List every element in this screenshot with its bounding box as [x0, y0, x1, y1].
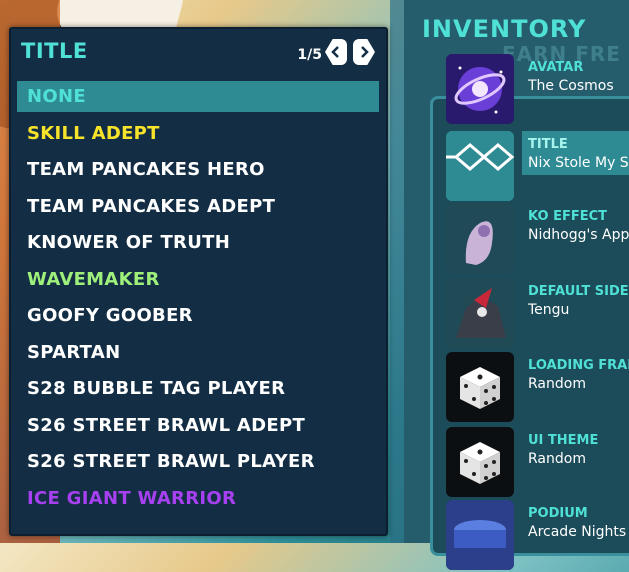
slot-ko-effect[interactable]: KO EFFECT Nidhogg's App: [444, 203, 629, 275]
cosmos-avatar-icon: [446, 54, 514, 124]
slot-value: Nidhogg's App: [528, 227, 629, 243]
title-option[interactable]: S28 BUBBLE TAG PLAYER: [17, 373, 379, 404]
previous-page-button[interactable]: [325, 39, 347, 65]
title-option[interactable]: S26 STREET BRAWL PLAYER: [17, 446, 379, 477]
chevron-right-icon: [361, 46, 369, 58]
slot-value: Arcade Nights: [528, 524, 627, 540]
slot-category: LOADING FRAM: [528, 358, 629, 373]
chevron-left-icon: [331, 46, 339, 58]
title-list: NONE SKILL ADEPT TEAM PANCAKES HERO TEAM…: [17, 81, 379, 519]
slot-category: KO EFFECT: [528, 209, 607, 224]
slot-value: Tengu: [528, 302, 570, 318]
podium-icon: [446, 500, 514, 570]
slot-value: Random: [528, 451, 586, 467]
title-option[interactable]: TEAM PANCAKES HERO: [17, 154, 379, 185]
slot-category: PODIUM: [528, 506, 588, 521]
next-page-button[interactable]: [353, 39, 375, 65]
dice-icon: [446, 427, 514, 497]
title-option[interactable]: ICE GIANT WARRIOR: [17, 483, 379, 514]
slot-ui-theme[interactable]: UI THEME Random: [444, 427, 629, 499]
inventory-heading: INVENTORY: [422, 15, 587, 43]
tengu-sidekick-icon: [446, 278, 514, 348]
slot-loading-frame[interactable]: LOADING FRAM Random: [444, 352, 629, 424]
slot-category: TITLE: [528, 137, 568, 152]
title-option[interactable]: NONE: [17, 81, 379, 112]
slot-value: Nix Stole My S: [528, 155, 629, 171]
page-indicator: 1/5: [297, 47, 322, 63]
title-diamond-icon: [446, 131, 514, 201]
slot-category: UI THEME: [528, 433, 599, 448]
slot-podium[interactable]: PODIUM Arcade Nights: [444, 500, 629, 572]
ko-effect-icon: [446, 203, 514, 273]
title-option[interactable]: GOOFY GOOBER: [17, 300, 379, 331]
panel-title: TITLE: [21, 39, 88, 63]
slot-category: AVATAR: [528, 60, 584, 75]
title-option[interactable]: WAVEMAKER: [17, 264, 379, 295]
title-option[interactable]: S26 STREET BRAWL ADEPT: [17, 410, 379, 441]
title-dropdown-panel: TITLE 1/5 NONE SKILL ADEPT TEAM PANCAKES…: [9, 27, 388, 536]
title-option[interactable]: SKILL ADEPT: [17, 118, 379, 149]
slot-value: The Cosmos: [528, 78, 614, 94]
panel-header: TITLE 1/5: [11, 29, 386, 77]
slot-avatar[interactable]: AVATAR The Cosmos: [444, 54, 629, 126]
slot-category: DEFAULT SIDEK: [528, 284, 629, 299]
title-option[interactable]: SPARTAN: [17, 337, 379, 368]
title-option[interactable]: KNOWER OF TRUTH: [17, 227, 379, 258]
slot-default-sidekick[interactable]: DEFAULT SIDEK Tengu: [444, 278, 629, 350]
slot-value: Random: [528, 376, 586, 392]
slot-title[interactable]: TITLE Nix Stole My S: [444, 131, 629, 203]
dice-icon: [446, 352, 514, 422]
title-option[interactable]: TEAM PANCAKES ADEPT: [17, 191, 379, 222]
